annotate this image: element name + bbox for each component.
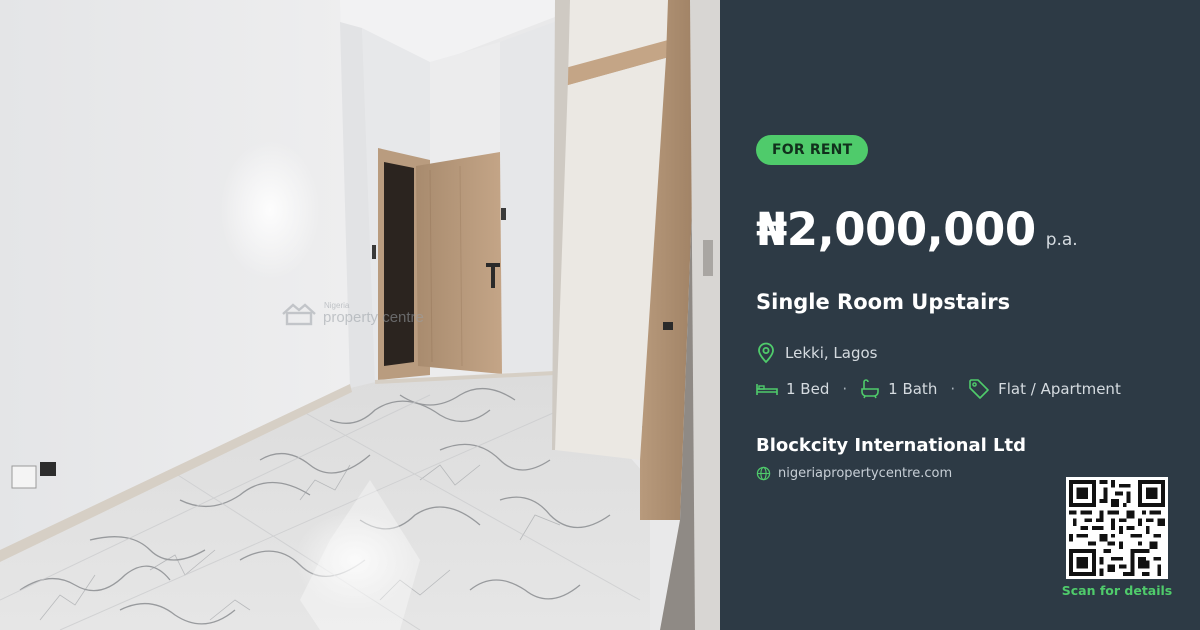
feature-list: 1 Bed · 1 Bath · Flat / Apartment (756, 378, 1121, 400)
tag-icon (969, 379, 989, 399)
website[interactable]: nigeriapropertycentre.com (756, 466, 952, 481)
price-period: p.a. (1045, 230, 1078, 250)
bath-icon (861, 379, 879, 399)
feature-separator: · (950, 380, 956, 398)
feature-baths: 1 Bath (860, 379, 937, 399)
house-logo-icon (282, 303, 316, 326)
qr-code-image (1069, 480, 1165, 576)
feature-beds: 1 Bed (756, 380, 829, 398)
feature-type: Flat / Apartment (968, 378, 1121, 400)
watermark: Nigeria property centre (281, 300, 424, 326)
qr-code[interactable] (1066, 477, 1168, 579)
watermark-brand-text: property centre (323, 308, 424, 326)
website-link[interactable]: nigeriapropertycentre.com (778, 466, 952, 481)
feature-beds-label: 1 Bed (786, 380, 830, 398)
location-text: Lekki, Lagos (785, 344, 878, 362)
property-photo: Nigeria property centre (0, 0, 720, 630)
price: ₦2,000,000 (756, 203, 1036, 256)
listing-info-panel: FOR RENT ₦2,000,000 p.a. Single Room Ups… (720, 0, 1200, 630)
feature-separator: · (842, 380, 848, 398)
listing-title: Single Room Upstairs (756, 290, 1011, 314)
feature-type-label: Flat / Apartment (998, 380, 1121, 398)
qr-caption: Scan for details (1061, 583, 1173, 598)
for-rent-badge: FOR RENT (756, 135, 869, 165)
price-row: ₦2,000,000 p.a. (756, 203, 1078, 256)
globe-icon (756, 466, 771, 481)
feature-baths-label: 1 Bath (888, 380, 938, 398)
location-pin-icon (758, 342, 774, 364)
bed-icon (756, 384, 778, 395)
agent-name: Blockcity International Ltd (756, 435, 1026, 456)
location: Lekki, Lagos (756, 342, 877, 364)
